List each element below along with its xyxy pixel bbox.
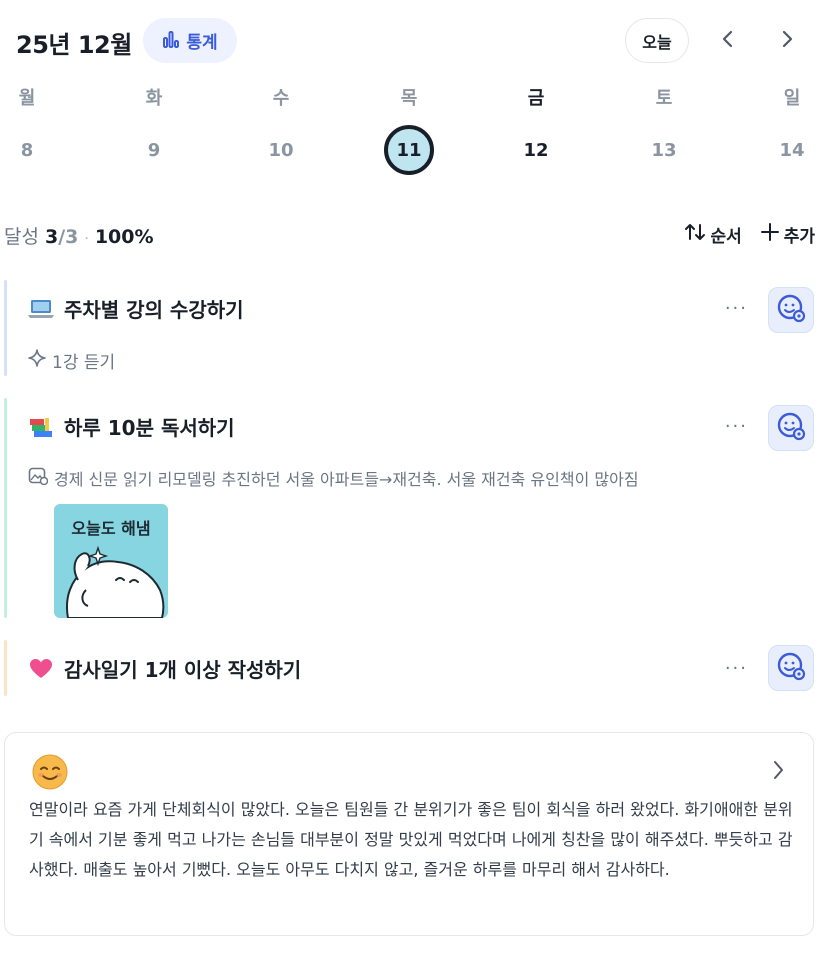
progress-separator: · <box>84 231 89 247</box>
task-title-row: 하루 10분 독서하기 <box>28 412 235 441</box>
task-item[interactable]: 하루 10분 독서하기 ··· 경제 신문 읽기 리모델링 추진하던 서울 아파… <box>4 398 818 618</box>
memo-image-icon <box>28 467 49 489</box>
sticker-image[interactable]: 오늘도 해냄 <box>54 504 168 618</box>
date-cell[interactable]: 14 <box>762 124 822 176</box>
bar-chart-icon <box>162 30 180 52</box>
calendar-header: 25년 12월 통계 오늘 <box>0 0 827 82</box>
sparkle-icon <box>28 349 46 372</box>
plus-icon <box>760 222 780 247</box>
task-subtext-row: 1강 듣기 <box>28 348 115 373</box>
progress-count: 3 <box>44 226 59 248</box>
weekday-thu: 목 <box>400 88 418 109</box>
laptop-icon <box>28 296 54 322</box>
progress-total: /3 <box>58 226 79 248</box>
task-title: 주차별 강의 수강하기 <box>64 298 244 322</box>
list-actions: 순서 추가 <box>684 222 815 247</box>
weekday-wed: 수 <box>272 88 290 109</box>
date-cell[interactable]: 9 <box>124 124 184 176</box>
reaction-button[interactable] <box>768 645 814 691</box>
task-subtext-row: 경제 신문 읽기 리모델링 추진하던 서울 아파트들→재건축. 서울 재건축 유… <box>28 466 639 490</box>
task-subtext: 1강 듣기 <box>52 353 116 373</box>
date-cell[interactable]: 10 <box>251 124 311 176</box>
task-color-bar <box>4 398 7 618</box>
stats-label: 통계 <box>186 33 218 53</box>
order-button[interactable]: 순서 <box>684 222 742 247</box>
selected-date: 11 <box>384 125 434 175</box>
task-title-row: 감사일기 1개 이상 작성하기 <box>28 654 301 683</box>
weekday-mon: 월 <box>18 88 36 109</box>
task-title: 하루 10분 독서하기 <box>64 416 235 440</box>
date-cell[interactable]: 8 <box>0 124 57 176</box>
heart-icon <box>28 656 54 682</box>
progress-label: 달성 <box>4 226 39 248</box>
weekday-sun: 일 <box>783 88 801 109</box>
chevron-left-icon <box>721 29 735 53</box>
sort-arrows-icon <box>684 222 706 247</box>
smile-add-icon <box>775 650 807 686</box>
task-item[interactable]: 주차별 강의 수강하기 ··· 1강 듣기 <box>4 280 818 376</box>
diary-text: 연말이라 요즘 가게 단체회식이 많았다. 오늘은 팀원들 간 분위기가 좋은 … <box>29 800 793 879</box>
more-button[interactable]: ··· <box>725 658 748 679</box>
smile-add-icon <box>775 292 807 328</box>
smiling-face-icon <box>31 753 69 795</box>
task-title-row: 주차별 강의 수강하기 <box>28 294 244 323</box>
task-color-bar <box>4 280 7 376</box>
progress-percent: 100% <box>94 226 154 248</box>
smile-add-icon <box>775 410 807 446</box>
reaction-button[interactable] <box>768 405 814 451</box>
chevron-right-icon[interactable] <box>771 759 785 785</box>
weekday-sat: 토 <box>655 88 673 109</box>
weekday-fri: 금 <box>527 88 545 109</box>
gratitude-diary-card[interactable]: 연말이라 요즘 가게 단체회식이 많았다. 오늘은 팀원들 간 분위기가 좋은 … <box>4 732 814 936</box>
next-week-button[interactable] <box>772 24 802 58</box>
task-color-bar <box>4 640 7 696</box>
weekday-row: 월 화 수 목 금 토 일 <box>0 84 827 114</box>
sticker-text: 오늘도 해냄 <box>71 519 150 538</box>
stats-button[interactable]: 통계 <box>143 18 237 63</box>
more-button[interactable]: ··· <box>725 416 748 437</box>
date-row: 8 9 10 11 12 13 14 <box>0 124 827 176</box>
task-item[interactable]: 감사일기 1개 이상 작성하기 ··· <box>4 640 818 696</box>
date-cell-today[interactable]: 12 <box>506 124 566 176</box>
prev-week-button[interactable] <box>713 24 743 58</box>
date-cell[interactable]: 13 <box>634 124 694 176</box>
month-title[interactable]: 25년 12월 <box>16 25 132 60</box>
task-title: 감사일기 1개 이상 작성하기 <box>64 658 302 682</box>
chevron-right-icon <box>780 29 794 53</box>
sticker-illustration: 오늘도 해냄 <box>66 519 165 618</box>
books-icon <box>28 414 54 440</box>
more-button[interactable]: ··· <box>725 298 748 319</box>
progress-summary: 달성 3 /3 · 100% <box>4 222 154 249</box>
task-subtext: 경제 신문 읽기 리모델링 추진하던 서울 아파트들→재건축. 서울 재건축 유… <box>54 470 639 489</box>
order-label: 순서 <box>710 227 742 247</box>
add-button[interactable]: 추가 <box>760 222 815 247</box>
add-label: 추가 <box>783 227 815 247</box>
today-button[interactable]: 오늘 <box>625 18 689 63</box>
date-cell-selected[interactable]: 11 <box>379 124 439 176</box>
weekday-tue: 화 <box>145 88 163 109</box>
reaction-button[interactable] <box>768 287 814 333</box>
